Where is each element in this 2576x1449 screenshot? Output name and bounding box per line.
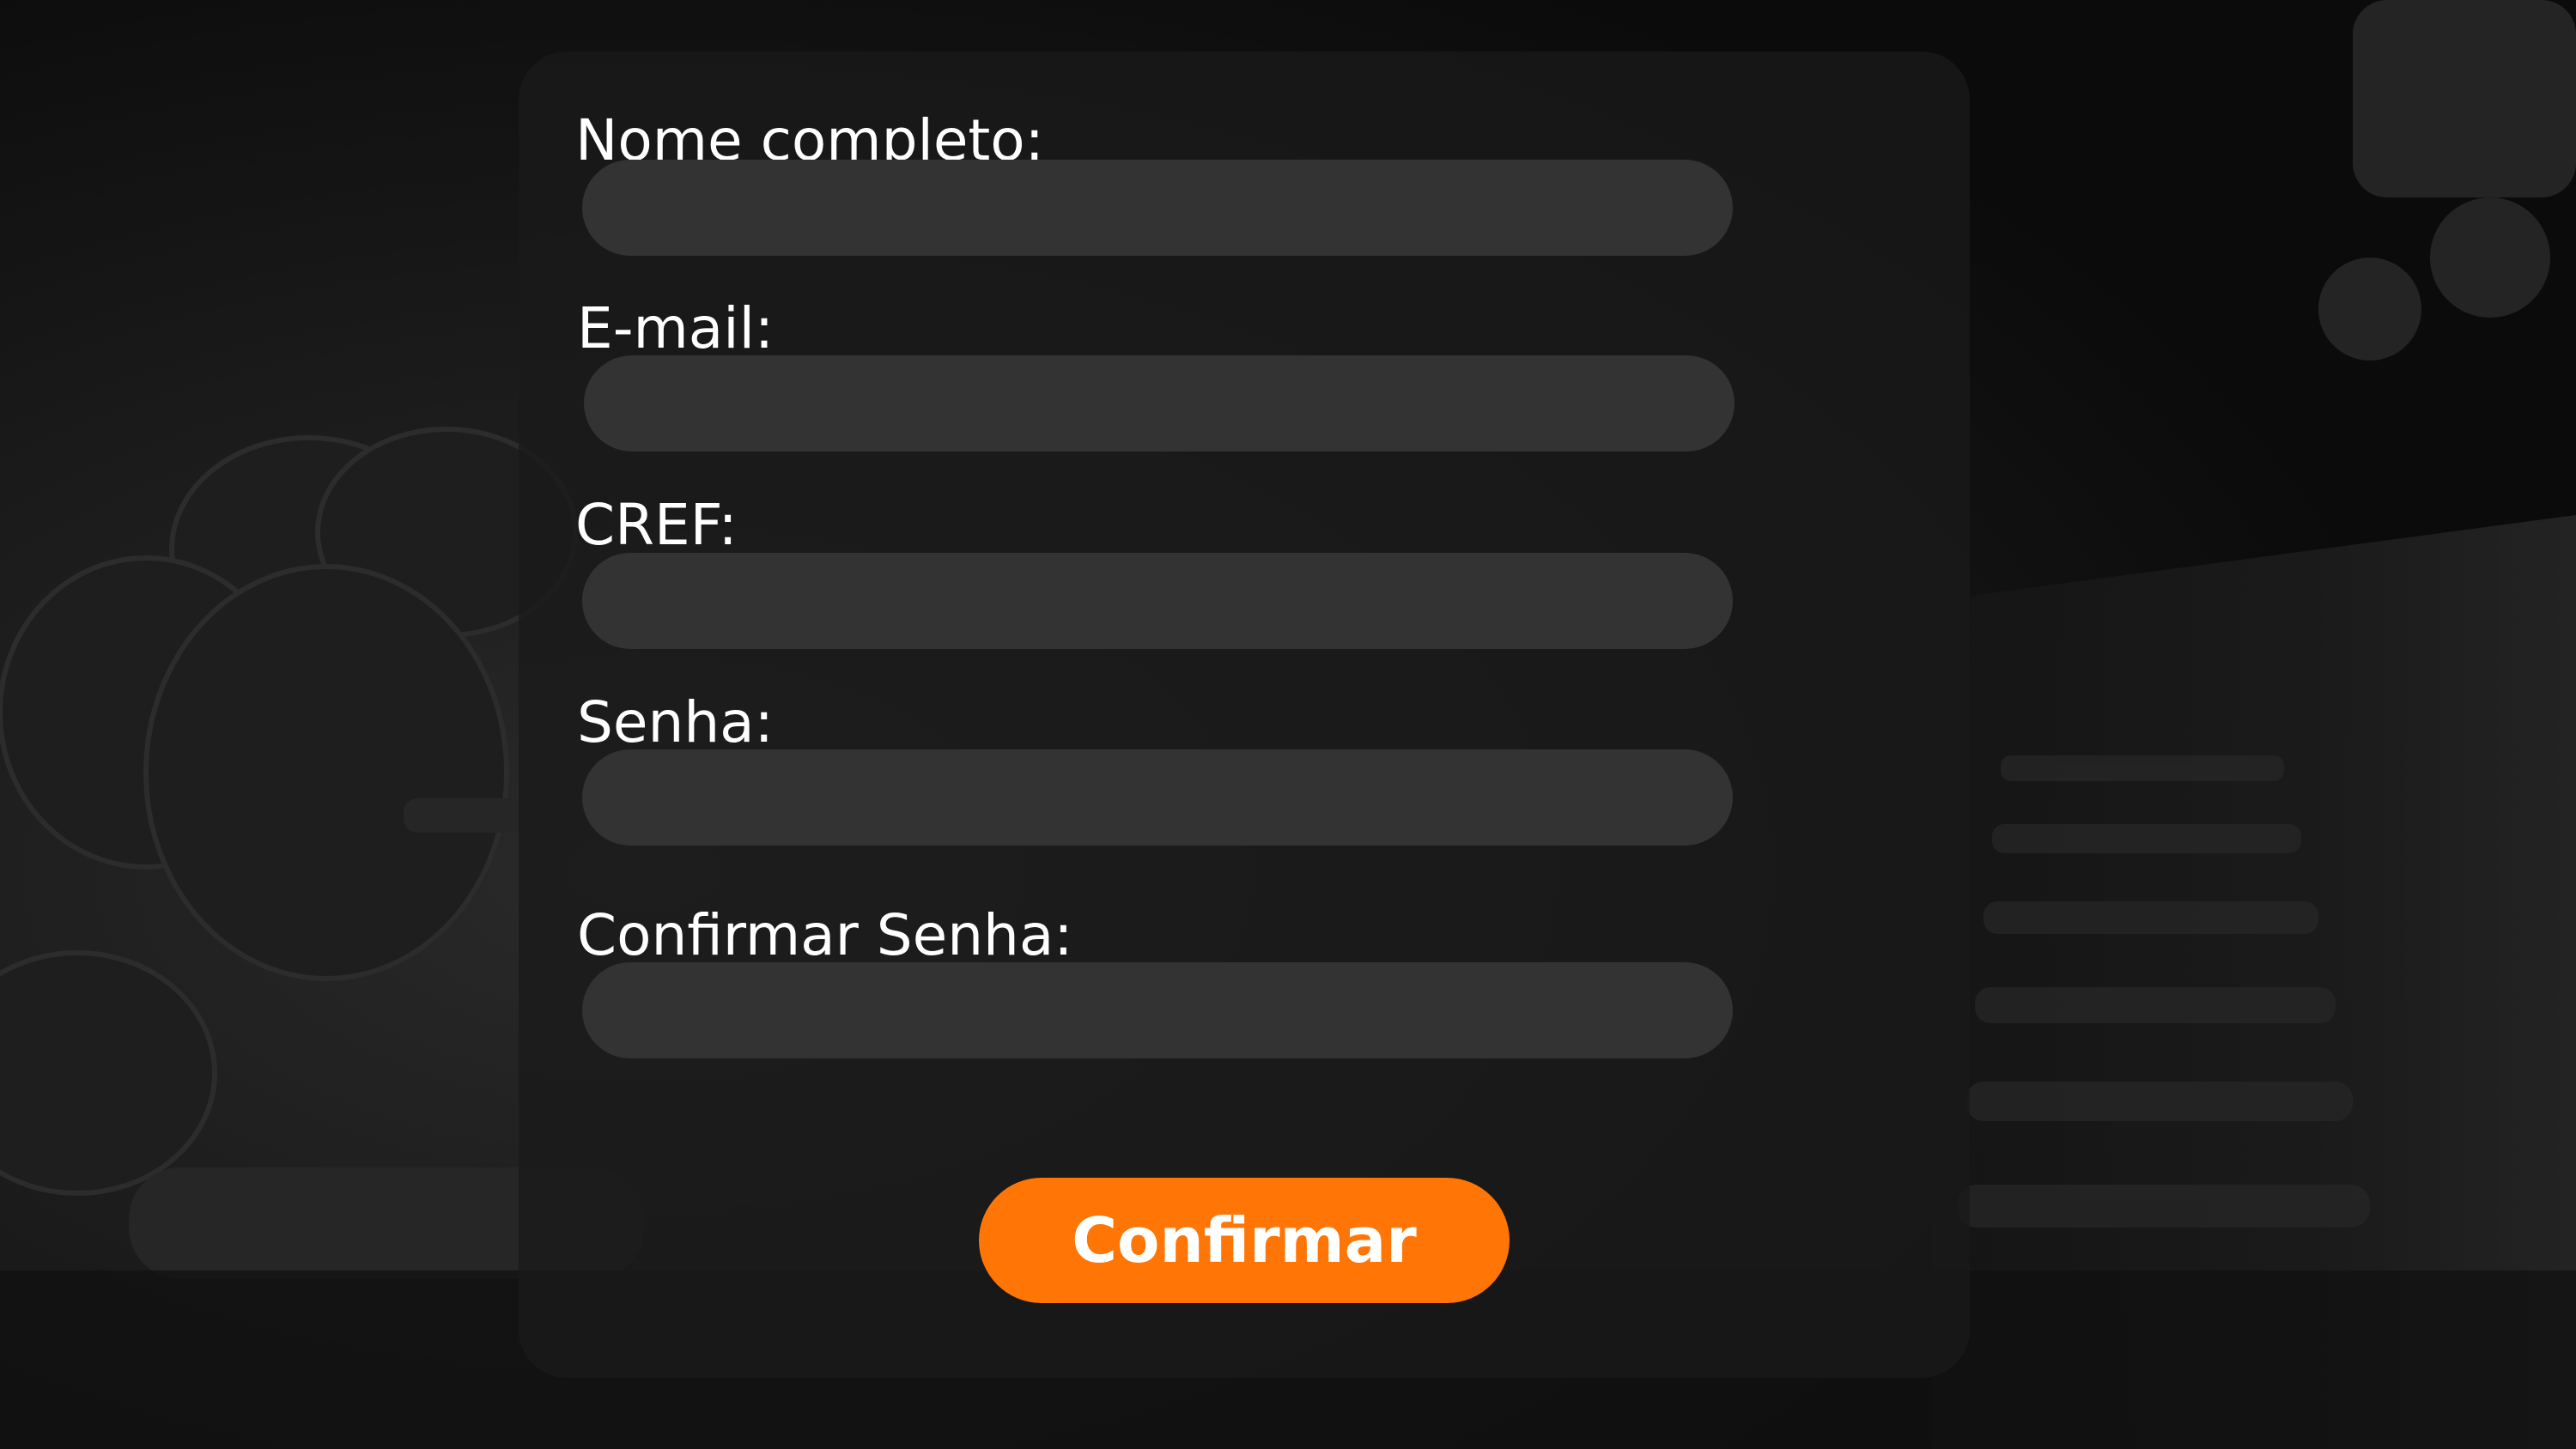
email-label: E-mail: (577, 295, 775, 361)
confirm-button[interactable]: Confirmar (979, 1178, 1510, 1303)
email-input[interactable] (584, 355, 1735, 452)
full-name-input[interactable] (582, 160, 1733, 256)
confirm-password-label: Confirmar Senha: (577, 902, 1073, 968)
password-label: Senha: (577, 689, 774, 755)
cref-input[interactable] (582, 553, 1733, 649)
cref-label: CREF: (575, 492, 738, 558)
confirm-password-input[interactable] (582, 962, 1733, 1058)
password-input[interactable] (582, 749, 1733, 846)
